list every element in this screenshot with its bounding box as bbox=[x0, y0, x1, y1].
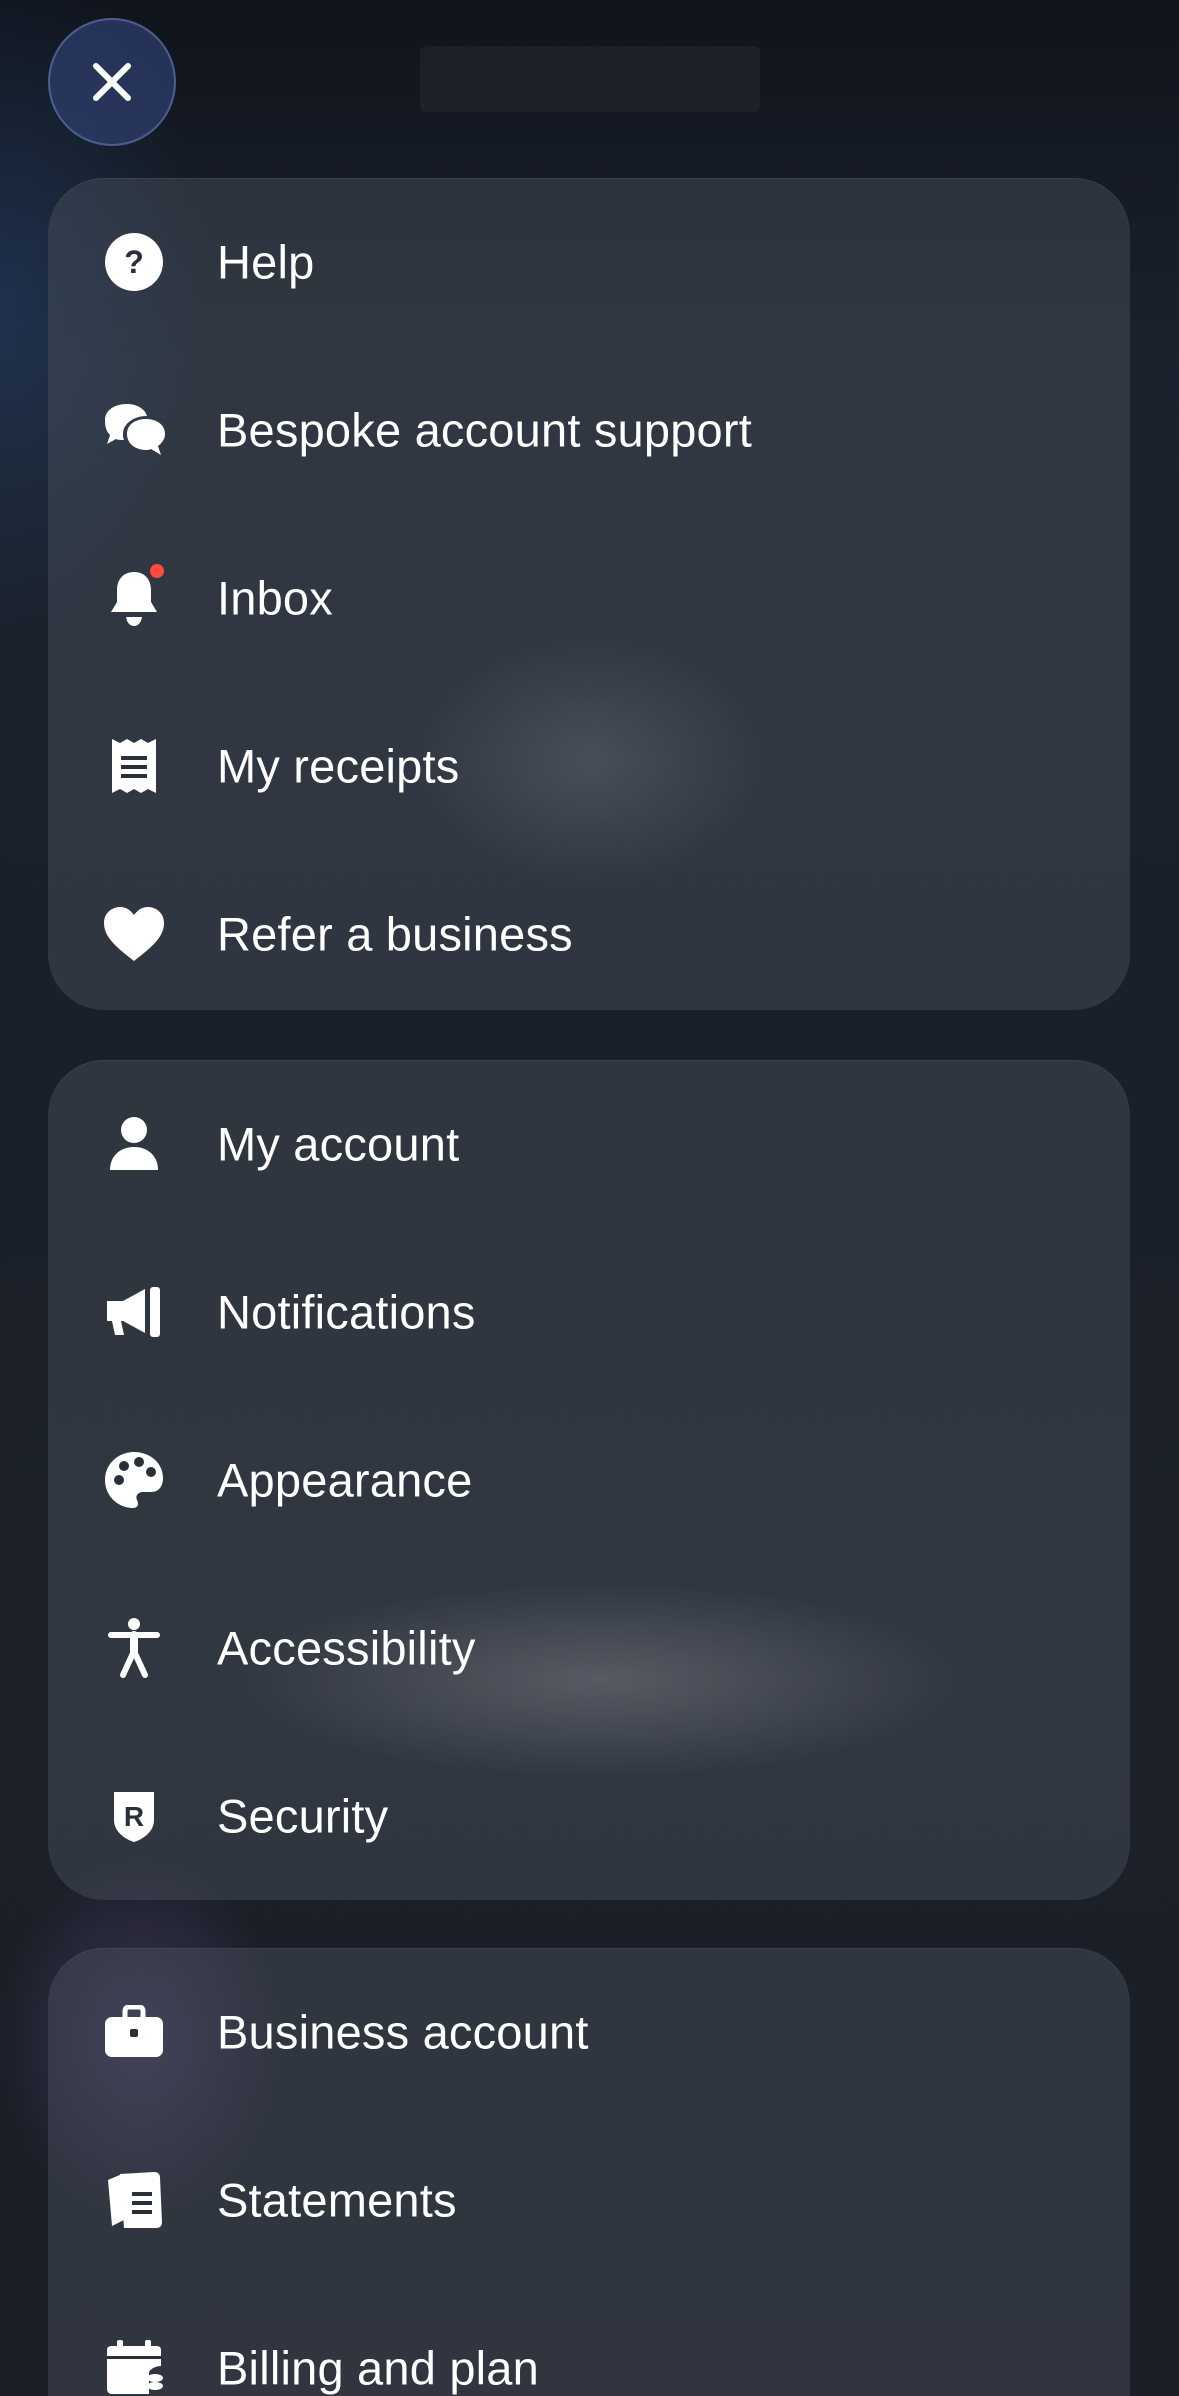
menu-item-label: Help bbox=[217, 235, 315, 289]
help-circle-icon: ? bbox=[100, 228, 168, 296]
megaphone-icon bbox=[100, 1278, 168, 1346]
receipt-icon bbox=[100, 732, 168, 800]
person-icon bbox=[100, 1110, 168, 1178]
close-icon bbox=[93, 63, 131, 101]
bell-icon bbox=[100, 564, 168, 632]
menu-item-label: Appearance bbox=[217, 1453, 473, 1507]
svg-text:?: ? bbox=[124, 244, 144, 280]
menu-item-accessibility[interactable]: Accessibility bbox=[48, 1564, 1130, 1732]
menu-item-label: Business account bbox=[217, 2005, 589, 2059]
menu-item-help[interactable]: ? Help bbox=[48, 178, 1130, 346]
chat-bubbles-icon bbox=[100, 396, 168, 464]
menu-item-billing-plan[interactable]: Billing and plan bbox=[48, 2284, 1130, 2396]
menu-item-label: Billing and plan bbox=[217, 2341, 539, 2395]
menu-item-label: Accessibility bbox=[217, 1621, 476, 1675]
menu-group-support: ? Help Bespoke account support Inbox My … bbox=[48, 178, 1130, 1010]
header-title-placeholder bbox=[420, 46, 760, 112]
briefcase-icon bbox=[100, 1998, 168, 2066]
accessibility-icon bbox=[100, 1614, 168, 1682]
menu-item-my-account[interactable]: My account bbox=[48, 1060, 1130, 1228]
calendar-coins-icon bbox=[100, 2334, 168, 2396]
menu-group-business: Business account Statements Billing and … bbox=[48, 1948, 1130, 2396]
svg-text:R: R bbox=[124, 1801, 144, 1832]
menu-item-label: Security bbox=[217, 1789, 389, 1843]
menu-item-label: My account bbox=[217, 1117, 460, 1171]
menu-item-label: Statements bbox=[217, 2173, 457, 2227]
menu-item-label: Notifications bbox=[217, 1285, 476, 1339]
menu-item-my-receipts[interactable]: My receipts bbox=[48, 682, 1130, 850]
menu-item-statements[interactable]: Statements bbox=[48, 2116, 1130, 2284]
menu-item-security[interactable]: R Security bbox=[48, 1732, 1130, 1900]
menu-item-bespoke-support[interactable]: Bespoke account support bbox=[48, 346, 1130, 514]
menu-item-appearance[interactable]: Appearance bbox=[48, 1396, 1130, 1564]
palette-icon bbox=[100, 1446, 168, 1514]
menu-item-business-account[interactable]: Business account bbox=[48, 1948, 1130, 2116]
documents-icon bbox=[100, 2166, 168, 2234]
notification-dot bbox=[150, 564, 164, 578]
shield-r-icon: R bbox=[100, 1782, 168, 1850]
menu-item-inbox[interactable]: Inbox bbox=[48, 514, 1130, 682]
menu-group-settings: My account Notifications Appearance Acce… bbox=[48, 1060, 1130, 1900]
menu-item-label: Bespoke account support bbox=[217, 403, 753, 457]
menu-item-refer-business[interactable]: Refer a business bbox=[48, 850, 1130, 1018]
menu-item-label: Refer a business bbox=[217, 907, 573, 961]
menu-item-label: Inbox bbox=[217, 571, 333, 625]
menu-item-label: My receipts bbox=[217, 739, 460, 793]
heart-icon bbox=[100, 900, 168, 968]
close-button[interactable] bbox=[48, 18, 176, 146]
menu-item-notifications[interactable]: Notifications bbox=[48, 1228, 1130, 1396]
